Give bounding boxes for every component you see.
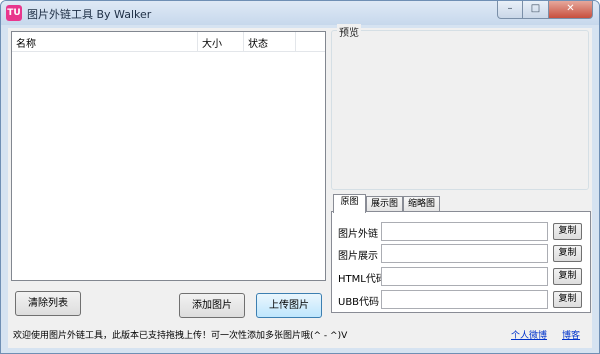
weibo-link[interactable]: 个人微博 (511, 328, 547, 341)
add-image-button[interactable]: 添加图片 (179, 293, 245, 318)
clear-list-button[interactable]: 清除列表 (15, 291, 81, 316)
window-controls: – □ ✕ (497, 1, 593, 19)
image-display-field[interactable] (381, 244, 548, 263)
preview-group (331, 30, 589, 190)
close-button[interactable]: ✕ (549, 1, 593, 19)
html-code-field[interactable] (381, 267, 548, 286)
image-link-field[interactable] (381, 222, 548, 241)
app-logo-icon: TU (6, 5, 22, 21)
title-bar[interactable]: TU 图片外链工具 By Walker – □ ✕ (1, 1, 599, 25)
copy-image-link-button[interactable]: 复制 (553, 223, 582, 240)
app-window: TU 图片外链工具 By Walker – □ ✕ 名称 大小 状态 清除列表 … (0, 0, 600, 354)
column-header-filler (296, 32, 325, 51)
tab-original[interactable]: 原图 (333, 194, 366, 213)
field-label-ubb-code: UBB代码 (338, 297, 380, 308)
preview-label: 预览 (337, 24, 361, 39)
list-header: 名称 大小 状态 (12, 32, 325, 52)
window-title: 图片外链工具 By Walker (27, 8, 152, 21)
file-list[interactable]: 名称 大小 状态 (11, 31, 326, 281)
field-label-image-display: 图片展示 (338, 251, 378, 262)
column-header-name[interactable]: 名称 (12, 32, 198, 51)
column-header-status[interactable]: 状态 (244, 32, 296, 51)
column-header-size[interactable]: 大小 (198, 32, 244, 51)
maximize-button[interactable]: □ (523, 1, 549, 19)
copy-image-display-button[interactable]: 复制 (553, 245, 582, 262)
ubb-code-field[interactable] (381, 290, 548, 309)
client-area: 名称 大小 状态 清除列表 添加图片 上传图片 预览 原图 展示图 缩略图 图片… (8, 24, 592, 348)
minimize-button[interactable]: – (497, 1, 523, 19)
upload-image-button[interactable]: 上传图片 (256, 293, 322, 318)
status-message: 欢迎使用图片外链工具，此版本已支持拖拽上传！可一次性添加多张图片哦(^ - ^)… (13, 331, 348, 341)
copy-html-code-button[interactable]: 复制 (553, 268, 582, 285)
field-label-image-link: 图片外链 (338, 229, 378, 240)
field-label-html-code: HTML代码 (338, 274, 386, 285)
blog-link[interactable]: 博客 (562, 328, 580, 341)
copy-ubb-code-button[interactable]: 复制 (553, 291, 582, 308)
status-bar: 欢迎使用图片外链工具，此版本已支持拖拽上传！可一次性添加多张图片哦(^ - ^)… (8, 324, 592, 346)
